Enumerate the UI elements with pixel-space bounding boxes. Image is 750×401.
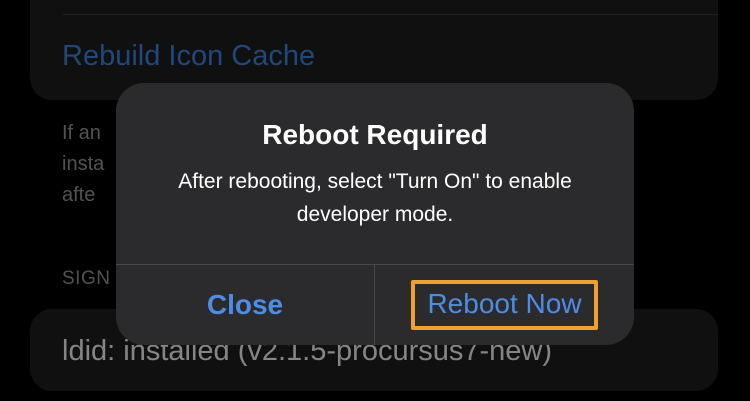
screen: Rebuild Icon Cache If an insta afte SIGN… (0, 0, 750, 401)
close-button-label: Close (206, 289, 284, 320)
reboot-now-button-label: Reboot Now (411, 280, 598, 330)
reboot-now-button[interactable]: Reboot Now (375, 265, 634, 345)
reboot-alert-dialog: Reboot Required After rebooting, select … (116, 83, 634, 345)
alert-title: Reboot Required (262, 119, 488, 150)
close-button[interactable]: Close (116, 265, 374, 345)
alert-message: After rebooting, select "Turn On" to ena… (178, 170, 572, 226)
